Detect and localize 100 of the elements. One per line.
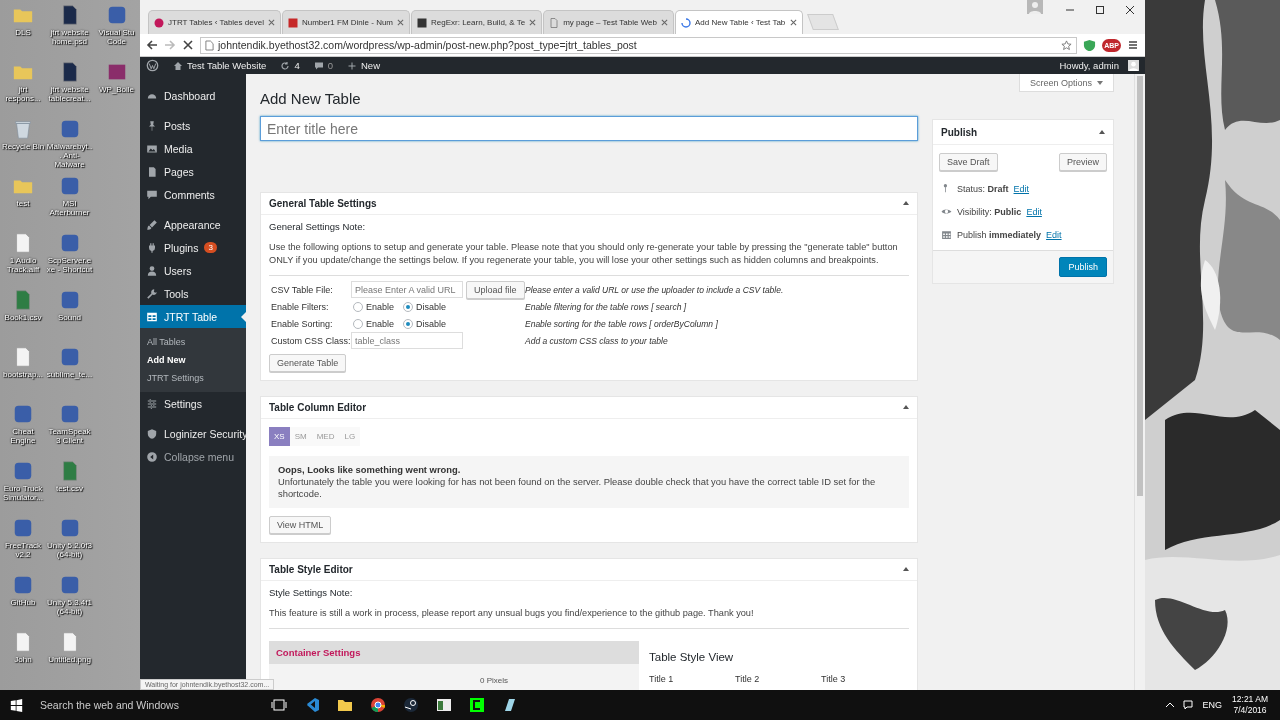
tablet-icon[interactable] (502, 697, 518, 713)
breakpoint-tab[interactable]: MED (311, 427, 340, 446)
user-icon (146, 264, 158, 277)
field-label: CSV Table File: (270, 284, 334, 295)
edit-link[interactable]: Edit (1046, 229, 1062, 240)
url-field[interactable]: Please Enter A valid URL (351, 281, 463, 298)
browser-tab[interactable]: my page – Test Table Web (543, 10, 674, 34)
screen-options-tab[interactable]: Screen Options (1018, 74, 1114, 92)
breakpoint-tab[interactable]: SM (289, 427, 312, 446)
stop-icon[interactable] (182, 39, 194, 51)
pixel-value: 0 Pixels (480, 676, 508, 685)
site-name-link[interactable]: Test Table Website (173, 60, 267, 71)
publish-setting: Publish immediately (957, 229, 1042, 240)
address-bar[interactable]: johntendik.byethost32.com/wordpress/wp-admin/post-new.php?post_type=jtrt_tables_post (200, 36, 1078, 54)
steam-icon[interactable] (403, 697, 419, 713)
desktop-icon-label[interactable]: Recycle Bin (1, 142, 45, 151)
page-title: Add New Table (260, 89, 362, 109)
box-heading: Table Column Editor (269, 402, 367, 413)
edit-link[interactable]: Edit (1026, 206, 1042, 217)
note-text: This feature is still a work in process, please report any unsual bugs you find/experience to the github page. Thank you! (269, 607, 755, 620)
window-icon[interactable] (436, 697, 452, 713)
language-indicator[interactable]: ENG (1202, 700, 1223, 710)
browser-tab[interactable]: Add New Table ‹ Test Tab (675, 10, 803, 34)
folder-icon[interactable] (337, 697, 353, 713)
collapse-menu-button[interactable]: Collapse menu (140, 445, 246, 468)
new-link[interactable]: New (347, 60, 380, 71)
shield-icon[interactable] (1083, 38, 1097, 52)
update-count-badge: 3 (204, 242, 217, 253)
sidebar-item[interactable]: Comments (140, 183, 246, 206)
updates-link[interactable]: 4 (280, 60, 300, 71)
task-view-icon[interactable] (271, 697, 287, 713)
edit-link[interactable]: Edit (1013, 183, 1030, 194)
sidebar-item[interactable]: Users (140, 259, 246, 282)
clock[interactable]: 12:21 AM 7/4/2016 (1232, 694, 1268, 716)
sidebar-item[interactable]: Media (140, 137, 246, 160)
breakpoint-tab[interactable]: XS (269, 427, 290, 446)
submenu-item[interactable]: All Tables (140, 333, 246, 351)
note-heading: Style Settings Note: (269, 587, 354, 598)
close-icon[interactable] (790, 19, 797, 26)
notification-icon[interactable] (1182, 700, 1193, 710)
submenu-item[interactable]: JTRT Settings (140, 369, 246, 387)
recycle-bin-icon[interactable] (12, 118, 34, 140)
wordpress-logo-icon[interactable] (146, 59, 159, 72)
column-heading: Title 1 (649, 674, 675, 684)
generate-table-button[interactable]: Generate Table (269, 354, 347, 372)
radio-label: Disable (416, 301, 447, 312)
chevron-up-icon[interactable] (1164, 700, 1175, 710)
field-hint: Enable sorting for the table rows [ orderByColumn ] (525, 318, 719, 329)
field-hint: Please enter a valid URL or use the uploader to include a CSV table. (525, 284, 785, 295)
box-heading: General Table Settings (269, 198, 377, 209)
sidebar-item[interactable]: Posts (140, 114, 246, 137)
sidebar-item[interactable]: Tools (140, 282, 246, 305)
circle-icon (154, 17, 164, 28)
view-html-button[interactable]: View HTML (269, 516, 332, 534)
publish-setting: Status: Draft (957, 183, 1009, 194)
square-icon (417, 17, 428, 28)
collapse-icon (146, 450, 158, 463)
sidebar-item[interactable]: JTRT Table (140, 305, 246, 328)
windows-logo-icon[interactable] (10, 698, 23, 712)
browser-icon[interactable] (370, 697, 386, 713)
save-draft-button[interactable]: Save Draft (939, 153, 998, 171)
star-icon[interactable] (1061, 39, 1073, 51)
comments-link[interactable]: 0 (313, 60, 333, 71)
sidebar-item[interactable]: Settings (140, 392, 246, 415)
column-heading: Title 2 (735, 674, 761, 684)
field-label: Enable Sorting: (270, 318, 334, 329)
publish-button[interactable]: Publish (1059, 257, 1107, 277)
upload-button[interactable]: Upload file (466, 280, 525, 299)
search-field[interactable]: Search the web and Windows (37, 699, 266, 711)
back-arrow-icon[interactable] (146, 39, 158, 51)
container-settings-header[interactable]: Container Settings (269, 641, 639, 664)
account-link[interactable]: Howdy, admin (1059, 60, 1139, 71)
sidebar-item[interactable]: Plugins 3 (140, 236, 246, 259)
breakpoint-tab[interactable]: LG (339, 427, 361, 446)
maximize-icon[interactable] (1095, 5, 1105, 15)
browser-tab[interactable]: RegExr: Learn, Build, & Te (411, 10, 543, 34)
speech-bubble-icon (313, 60, 324, 71)
plug-icon (146, 241, 158, 254)
column-heading: Title 3 (821, 674, 847, 684)
field-label: Enable Filters: (270, 301, 330, 312)
error-title: Oops, Looks like something went wrong. (278, 464, 462, 476)
submenu-item[interactable]: Add New (140, 351, 246, 369)
sidebar-item[interactable]: Appearance (140, 213, 246, 236)
preview-title: Table Style View (649, 651, 735, 663)
menu-icon[interactable] (1127, 39, 1139, 51)
sidebar-item[interactable]: Dashboard (140, 84, 246, 107)
app-icon[interactable] (469, 697, 485, 713)
browser-tab[interactable]: JTRT Tables ‹ Tables devel (148, 10, 281, 34)
user-icon[interactable] (1027, 0, 1043, 14)
browser-tab[interactable]: Number1 FM Dinle - Num (281, 10, 411, 34)
speech-bubble-icon (146, 188, 158, 201)
title-field[interactable]: Enter title here (260, 116, 918, 141)
page-icon (146, 165, 158, 178)
scrollbar[interactable] (1134, 74, 1145, 690)
close-icon[interactable] (1125, 5, 1135, 15)
sidebar-item[interactable]: Pages (140, 160, 246, 183)
css-class-field[interactable]: table_class (351, 332, 463, 349)
preview-button[interactable]: Preview (1059, 153, 1107, 171)
publish-setting: Visibility: Public (957, 206, 1022, 217)
forward-arrow-icon[interactable] (164, 39, 176, 51)
